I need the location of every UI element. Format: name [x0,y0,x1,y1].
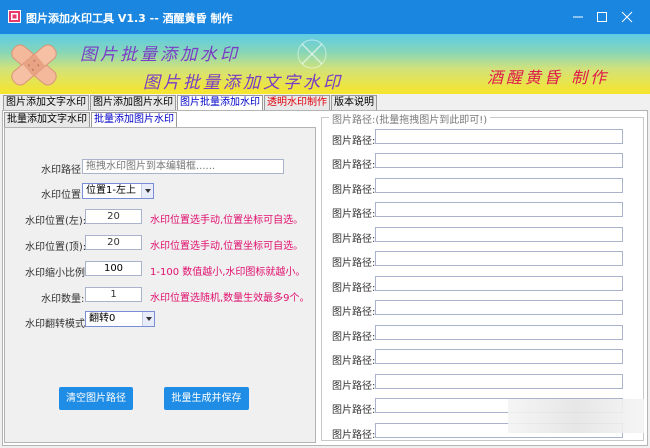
flip-label: 水印翻转模式: [25,319,89,330]
app-icon [8,10,21,23]
banner: 图片批量添加水印 图片批量添加文字水印 酒醒黄昏 制作 [0,34,650,94]
path-label: 图片路径: [332,356,376,367]
minimize-button[interactable] [568,8,588,26]
flip-select[interactable]: 翻转0 [85,311,155,327]
path-input[interactable] [375,349,623,364]
count-label: 水印数量: [41,294,85,305]
pos-left-hint: 水印位置选手动,位置坐标可自选。 [150,215,304,226]
tab-text-watermark[interactable]: 图片添加文字水印 [3,95,89,110]
clear-paths-button[interactable]: 清空图片路径 [59,387,133,410]
window-title: 图片添加水印工具 V1.3 -- 酒醒黄昏 制作 [26,12,233,25]
blurred-region [508,399,644,433]
path-label: 图片路径: [332,307,376,318]
pos-left-label: 水印位置(左): [25,216,87,227]
count-hint: 水印位置选随机,数量生效最多9个。 [150,293,310,304]
subtab-batch-image[interactable]: 批量添加图片水印 [91,112,177,128]
sub-tabs: 批量添加文字水印 批量添加图片水印 [4,112,178,128]
maximize-button[interactable] [592,8,612,26]
path-input[interactable] [375,300,623,315]
watermark-path-label: 水印路径: [41,165,85,176]
position-select-value: 位置1-左上 [86,185,136,196]
path-label: 图片路径: [332,160,376,171]
tab-version-info[interactable]: 版本说明 [331,95,377,110]
path-input[interactable] [375,251,623,266]
sparkle-icon [297,39,327,69]
path-label: 图片路径: [332,209,376,220]
path-input[interactable] [375,325,623,340]
path-input[interactable] [375,129,623,144]
path-input[interactable] [375,178,623,193]
scale-hint: 1-100 数值越小,水印图标就越小。 [150,267,306,278]
path-label: 图片路径: [332,234,376,245]
path-input[interactable] [375,374,623,389]
position-select[interactable]: 位置1-左上 [82,183,154,199]
path-label: 图片路径: [332,185,376,196]
chevron-down-icon [142,312,154,326]
title-bar: 图片添加水印工具 V1.3 -- 酒醒黄昏 制作 [0,0,650,34]
path-input[interactable] [375,227,623,242]
pos-top-input[interactable] [85,235,142,250]
chevron-down-icon [141,184,153,198]
main-tabs: 图片添加文字水印 图片添加图片水印 图片批量添加水印 透明水印制作 版本说明 [3,95,378,111]
scale-label: 水印缩小比例: [25,268,89,279]
flip-select-value: 翻转0 [89,313,116,324]
path-label: 图片路径: [332,136,376,147]
watermark-path-input[interactable] [82,159,284,174]
tab-image-watermark[interactable]: 图片添加图片水印 [90,95,176,110]
path-input[interactable] [375,202,623,217]
path-label: 图片路径: [332,430,376,441]
pos-top-hint: 水印位置选手动,位置坐标可自选。 [150,241,304,252]
path-label: 图片路径: [332,258,376,269]
pos-top-label: 水印位置(顶): [25,242,87,253]
scale-input[interactable] [85,261,142,276]
path-label: 图片路径: [332,405,376,416]
path-label: 图片路径: [332,381,376,392]
position-label: 水印位置: [41,190,85,201]
banner-author: 酒醒黄昏 制作 [487,68,610,87]
count-input[interactable] [85,287,142,302]
pos-left-input[interactable] [85,209,142,224]
minimize-icon [573,16,583,18]
maximize-icon [597,12,607,22]
tab-batch-watermark[interactable]: 图片批量添加水印 [177,95,263,111]
tab-transparent-watermark[interactable]: 透明水印制作 [264,95,330,110]
close-icon [621,11,633,23]
bandage-icon [11,44,57,86]
image-path-group-title: 图片路径:(批量拖拽图片到此即可!) [329,111,491,126]
banner-headline-2: 图片批量添加文字水印 [143,73,343,93]
path-label: 图片路径: [332,283,376,294]
batch-generate-save-button[interactable]: 批量生成并保存 [164,387,249,410]
subtab-batch-text[interactable]: 批量添加文字水印 [4,112,90,127]
path-input[interactable] [375,153,623,168]
close-button[interactable] [617,8,637,26]
banner-headline-1: 图片批量添加水印 [80,45,240,65]
path-input[interactable] [375,276,623,291]
path-label: 图片路径: [332,332,376,343]
